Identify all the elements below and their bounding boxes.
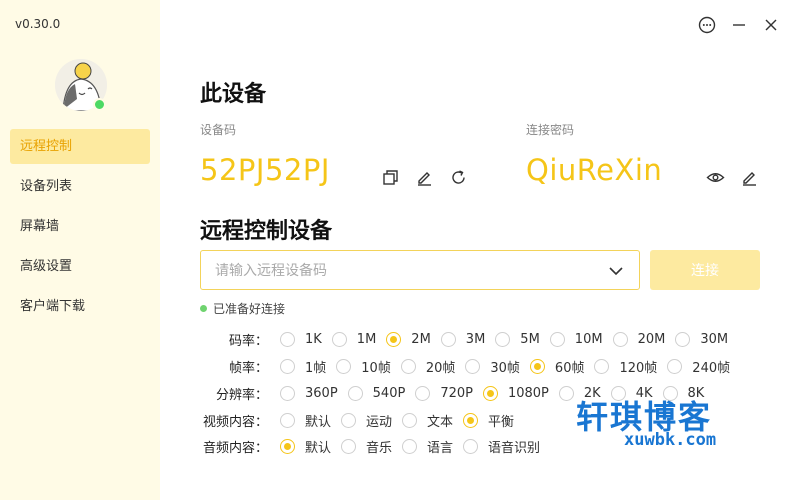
app-version: v0.30.0 — [15, 17, 61, 31]
window-controls — [696, 14, 782, 36]
watermark-url: xuwbk.com — [624, 430, 717, 450]
radio-icon — [336, 358, 352, 374]
bitrate-option[interactable]: 20M — [612, 331, 665, 347]
resolution-option[interactable]: 540P — [347, 385, 405, 401]
radio-icon — [415, 385, 431, 401]
audio-content-option[interactable]: 语音识别 — [463, 437, 540, 456]
device-code-value: 52PJ52PJ — [200, 153, 330, 187]
copy-icon[interactable] — [380, 167, 400, 187]
radio-checked-icon — [280, 438, 295, 454]
remote-control-title: 远程控制设备 — [200, 219, 333, 244]
radio-icon — [465, 358, 481, 374]
framerate-label: 帧率： — [228, 360, 268, 376]
resolution-label: 分辨率： — [215, 387, 268, 403]
status-text: 已准备好连接 — [213, 302, 286, 316]
radio-icon — [558, 385, 574, 401]
radio-checked-icon — [529, 358, 545, 374]
resolution-option[interactable]: 360P — [280, 385, 338, 401]
sidebar-item-advanced-settings[interactable]: 高级设置 — [10, 249, 150, 284]
radio-checked-icon — [386, 331, 402, 347]
close-icon[interactable] — [760, 14, 782, 36]
radio-icon — [280, 358, 295, 374]
bitrate-option[interactable]: 3M — [440, 331, 485, 347]
framerate-option[interactable]: 10帧 — [336, 357, 391, 376]
framerate-row: 帧率： 1帧 10帧 20帧 30帧 60帧 120帧 240帧 — [200, 355, 740, 377]
framerate-option[interactable]: 60帧 — [529, 357, 584, 376]
framerate-option[interactable]: 240帧 — [667, 357, 730, 376]
framerate-option[interactable]: 1帧 — [280, 357, 326, 376]
radio-icon — [280, 385, 295, 401]
remote-code-input[interactable] — [215, 260, 595, 282]
password-label: 连接密码 — [526, 123, 575, 137]
framerate-option[interactable]: 20帧 — [400, 357, 455, 376]
video-content-row: 视频内容： 默认 运动 文本 平衡 — [200, 409, 524, 431]
radio-icon — [341, 412, 357, 428]
bitrate-option[interactable]: 10M — [549, 331, 603, 347]
audio-content-option[interactable]: 语言 — [402, 437, 453, 456]
bitrate-option[interactable]: 30M — [675, 331, 728, 347]
sidebar-item-screen-wall[interactable]: 屏幕墙 — [10, 209, 150, 244]
radio-checked-icon — [482, 385, 498, 401]
remote-code-combobox — [200, 250, 640, 290]
online-status-dot — [93, 98, 106, 111]
resolution-option[interactable]: 1080P — [482, 385, 549, 401]
eye-icon[interactable] — [705, 167, 725, 187]
bitrate-row: 码率： 1K 1M 2M 3M 5M 10M 20M 30M — [200, 328, 738, 350]
this-device-title: 此设备 — [200, 82, 267, 107]
resolution-option[interactable]: 720P — [415, 385, 473, 401]
radio-icon — [495, 331, 511, 347]
sidebar-item-device-list[interactable]: 设备列表 — [10, 169, 150, 204]
bitrate-option[interactable]: 2M — [386, 331, 431, 347]
chat-icon[interactable] — [696, 14, 718, 36]
radio-icon — [612, 331, 628, 347]
status-dot-icon — [200, 305, 207, 312]
radio-icon — [463, 438, 479, 454]
video-content-option[interactable]: 平衡 — [463, 411, 514, 430]
bitrate-option[interactable]: 1M — [331, 331, 376, 347]
radio-icon — [280, 331, 295, 347]
chevron-down-icon[interactable] — [607, 262, 625, 280]
radio-icon — [402, 438, 418, 454]
refresh-icon[interactable] — [448, 167, 468, 187]
video-content-label: 视频内容： — [202, 414, 268, 430]
password-value: QiuReXin — [526, 153, 663, 187]
radio-icon — [347, 385, 363, 401]
radio-icon — [667, 358, 683, 374]
audio-content-label: 音频内容： — [202, 440, 268, 456]
radio-icon — [400, 358, 416, 374]
bitrate-option[interactable]: 5M — [495, 331, 540, 347]
radio-icon — [594, 358, 610, 374]
bitrate-label: 码率： — [228, 333, 268, 349]
radio-icon — [440, 331, 456, 347]
sidebar-item-client-download[interactable]: 客户端下载 — [10, 289, 150, 324]
edit-code-icon[interactable] — [414, 167, 434, 187]
framerate-option[interactable]: 120帧 — [594, 357, 657, 376]
video-content-option[interactable]: 默认 — [280, 411, 331, 430]
radio-icon — [331, 331, 347, 347]
connection-status: 已准备好连接 — [200, 300, 285, 317]
sidebar: v0.30.0 远程控制 设备列表 屏幕墙 高级设置 客户端下载 — [0, 0, 160, 500]
radio-icon — [549, 331, 565, 347]
audio-content-option[interactable]: 音乐 — [341, 437, 392, 456]
framerate-option[interactable]: 30帧 — [465, 357, 520, 376]
connect-button[interactable]: 连接 — [650, 250, 760, 290]
radio-checked-icon — [463, 412, 479, 428]
minimize-icon[interactable] — [728, 14, 750, 36]
audio-content-row: 音频内容： 默认 音乐 语言 语音识别 — [200, 435, 550, 457]
video-content-option[interactable]: 运动 — [341, 411, 392, 430]
video-content-option[interactable]: 文本 — [402, 411, 453, 430]
audio-content-option[interactable]: 默认 — [280, 437, 331, 456]
sidebar-nav: 远程控制 设备列表 屏幕墙 高级设置 客户端下载 — [10, 129, 150, 329]
edit-password-icon[interactable] — [739, 167, 759, 187]
radio-icon — [402, 412, 418, 428]
watermark: 轩琪博客 xuwbk.com — [576, 392, 746, 454]
sidebar-item-remote-control[interactable]: 远程控制 — [10, 129, 150, 164]
radio-icon — [280, 412, 295, 428]
device-code-label: 设备码 — [200, 123, 237, 137]
radio-icon — [341, 438, 357, 454]
radio-icon — [675, 331, 691, 347]
bitrate-option[interactable]: 1K — [280, 331, 322, 347]
